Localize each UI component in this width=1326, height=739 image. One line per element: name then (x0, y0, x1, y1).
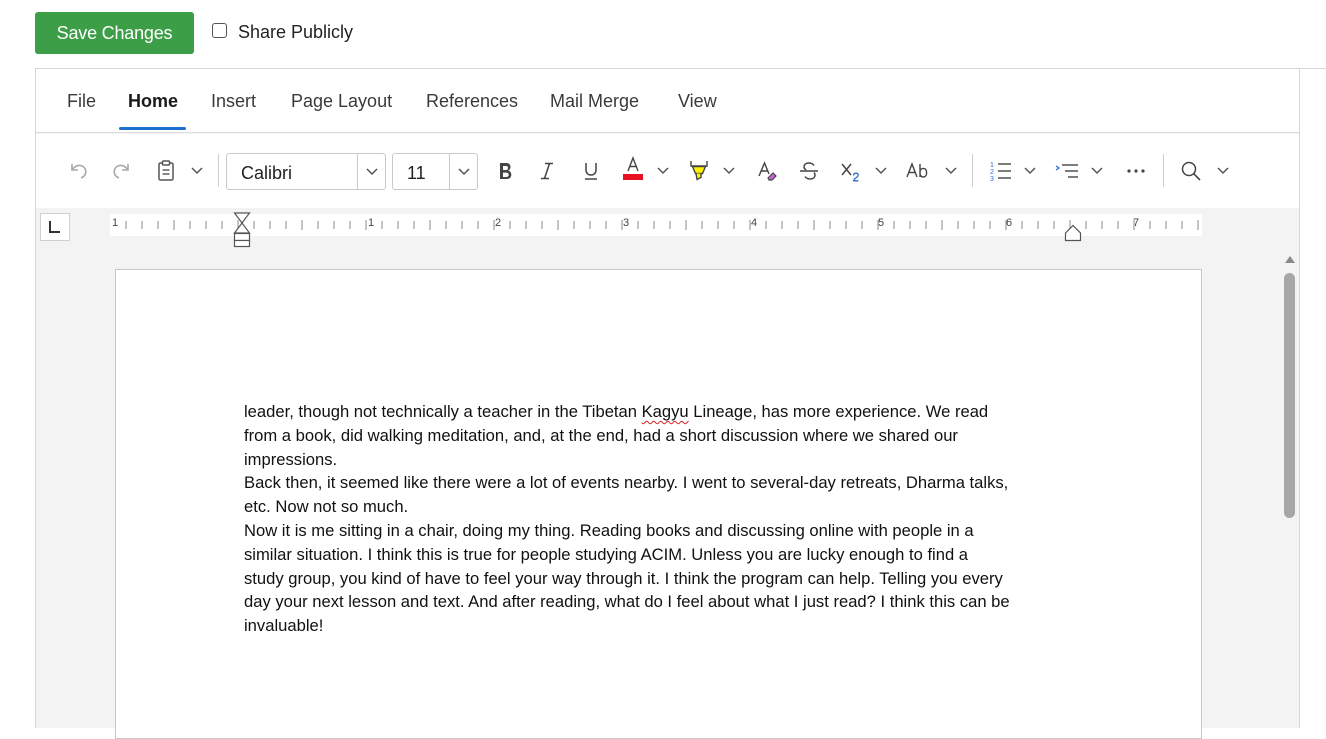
ruler-ticks (125, 220, 1199, 230)
text-run: from a book, did walking meditation, and… (244, 425, 958, 445)
font-size-value: 11 (407, 163, 426, 183)
right-indent-marker[interactable] (1064, 224, 1082, 242)
highlight-icon[interactable] (686, 156, 714, 186)
italic-icon[interactable] (534, 158, 560, 184)
text-run: leader, though not technically a teacher… (244, 402, 642, 421)
toolbar-separator (972, 154, 973, 187)
text-run: day your next lesson and text. And after… (244, 592, 1010, 612)
vertical-scrollbar[interactable] (1281, 248, 1299, 728)
paste-options-chevron-down-icon[interactable] (190, 164, 204, 178)
tab-page-layout[interactable]: Page Layout (291, 91, 392, 112)
document-line: impressions. (244, 448, 1084, 472)
ruler-number: 6 (1006, 217, 1013, 229)
save-changes-button[interactable]: Save Changes (35, 12, 194, 54)
scroll-up-arrow-icon[interactable] (1285, 256, 1295, 263)
ribbon-tabs: File Home Insert Page Layout References … (36, 69, 1299, 133)
underline-icon[interactable] (578, 158, 604, 184)
share-publicly-label: Share Publicly (238, 22, 354, 42)
toolbar-separator (1163, 154, 1164, 187)
font-color-icon[interactable] (620, 154, 646, 184)
numbered-list-icon[interactable]: 123 (988, 158, 1014, 184)
text-run: study group, you kind of have to feel yo… (244, 568, 1003, 588)
text-run: Lineage, has more experience. We read (688, 402, 989, 421)
home-toolbar: Calibri 11 1 2 3 (36, 134, 1299, 208)
active-tab-indicator (119, 127, 186, 130)
document-line: similar situation. I think this is true … (244, 543, 1084, 567)
change-case-chevron-down-icon[interactable] (944, 164, 958, 178)
text-run: impressions. (244, 449, 338, 469)
subscript-icon[interactable] (838, 158, 864, 184)
ruler-number: 3 (623, 217, 630, 229)
ruler-number: 2 (495, 217, 502, 229)
document-line: Now it is me sitting in a chair, doing m… (244, 519, 1084, 543)
redo-icon[interactable] (108, 158, 134, 184)
document-line: from a book, did walking meditation, and… (244, 424, 1084, 448)
bullet-list-icon[interactable] (1054, 158, 1080, 184)
ruler-number: 4 (751, 217, 758, 229)
document-line: Back then, it seemed like there were a l… (244, 471, 1084, 495)
font-name-value: Calibri (241, 163, 293, 183)
tab-references[interactable]: References (426, 91, 518, 112)
document-page[interactable]: leader, though not technically a teacher… (115, 269, 1202, 739)
font-color-chevron-down-icon[interactable] (656, 164, 670, 178)
svg-text:2: 2 (990, 169, 994, 176)
left-indent-marker[interactable] (233, 212, 251, 248)
ruler-number: 1 (368, 217, 375, 229)
clipboard-icon[interactable] (153, 158, 179, 184)
undo-icon[interactable] (66, 158, 92, 184)
bullet-list-chevron-down-icon[interactable] (1090, 164, 1104, 178)
tab-view[interactable]: View (678, 91, 717, 112)
svg-text:3: 3 (990, 176, 994, 183)
font-name-chevron-down-icon[interactable] (357, 154, 385, 189)
text-run: similar situation. I think this is true … (244, 544, 969, 564)
font-size-chevron-down-icon[interactable] (449, 154, 477, 189)
clear-format-icon[interactable] (754, 158, 780, 184)
document-body[interactable]: leader, though not technically a teacher… (244, 400, 1084, 638)
more-options-icon[interactable] (1122, 158, 1150, 184)
document-line: day your next lesson and text. And after… (244, 590, 1084, 614)
toolbar-separator (218, 154, 219, 187)
strikethrough-icon[interactable] (796, 158, 822, 184)
document-line: invaluable! (244, 614, 1084, 638)
ruler-number: 5 (878, 217, 885, 229)
left-tab-stop-icon (49, 221, 60, 233)
find-chevron-down-icon[interactable] (1216, 164, 1230, 178)
ruler-area: 1 1 2 3 4 5 6 7 (36, 208, 1299, 248)
tab-stop-selector[interactable] (40, 213, 70, 241)
highlight-chevron-down-icon[interactable] (722, 164, 736, 178)
text-run: invaluable! (244, 616, 324, 636)
font-size-select[interactable]: 11 (392, 153, 478, 190)
checkbox-icon[interactable] (212, 23, 227, 38)
document-line: etc. Now not so much. (244, 495, 1084, 519)
ruler-number: 7 (1133, 217, 1140, 229)
document-editor: File Home Insert Page Layout References … (35, 68, 1300, 739)
tab-mail-merge[interactable]: Mail Merge (550, 91, 639, 112)
font-name-select[interactable]: Calibri (226, 153, 386, 190)
find-icon[interactable] (1178, 158, 1204, 184)
horizontal-ruler[interactable]: 1 1 2 3 4 5 6 7 (110, 214, 1202, 236)
svg-text:1: 1 (990, 162, 994, 169)
tab-file[interactable]: File (67, 91, 96, 112)
change-case-icon[interactable] (904, 158, 934, 184)
top-bar: Save Changes Share Publicly (0, 0, 1326, 68)
document-line: study group, you kind of have to feel yo… (244, 567, 1084, 591)
numbered-list-chevron-down-icon[interactable] (1023, 164, 1037, 178)
spelling-error-word: Kagyu (641, 402, 689, 421)
text-run: Back then, it seemed like there were a l… (244, 473, 1009, 493)
document-line: leader, though not technically a teacher… (244, 400, 1084, 424)
frame-divider (1300, 68, 1326, 69)
share-publicly-checkbox[interactable]: Share Publicly (212, 22, 353, 43)
document-canvas: leader, though not technically a teacher… (36, 248, 1281, 739)
tab-home[interactable]: Home (128, 91, 178, 112)
text-run: Now it is me sitting in a chair, doing m… (244, 520, 974, 540)
tab-insert[interactable]: Insert (211, 91, 256, 112)
bold-icon[interactable] (492, 158, 518, 184)
subscript-chevron-down-icon[interactable] (874, 164, 888, 178)
ruler-number: 1 (112, 217, 119, 229)
text-run: etc. Now not so much. (244, 497, 409, 517)
scrollbar-thumb[interactable] (1284, 273, 1295, 518)
